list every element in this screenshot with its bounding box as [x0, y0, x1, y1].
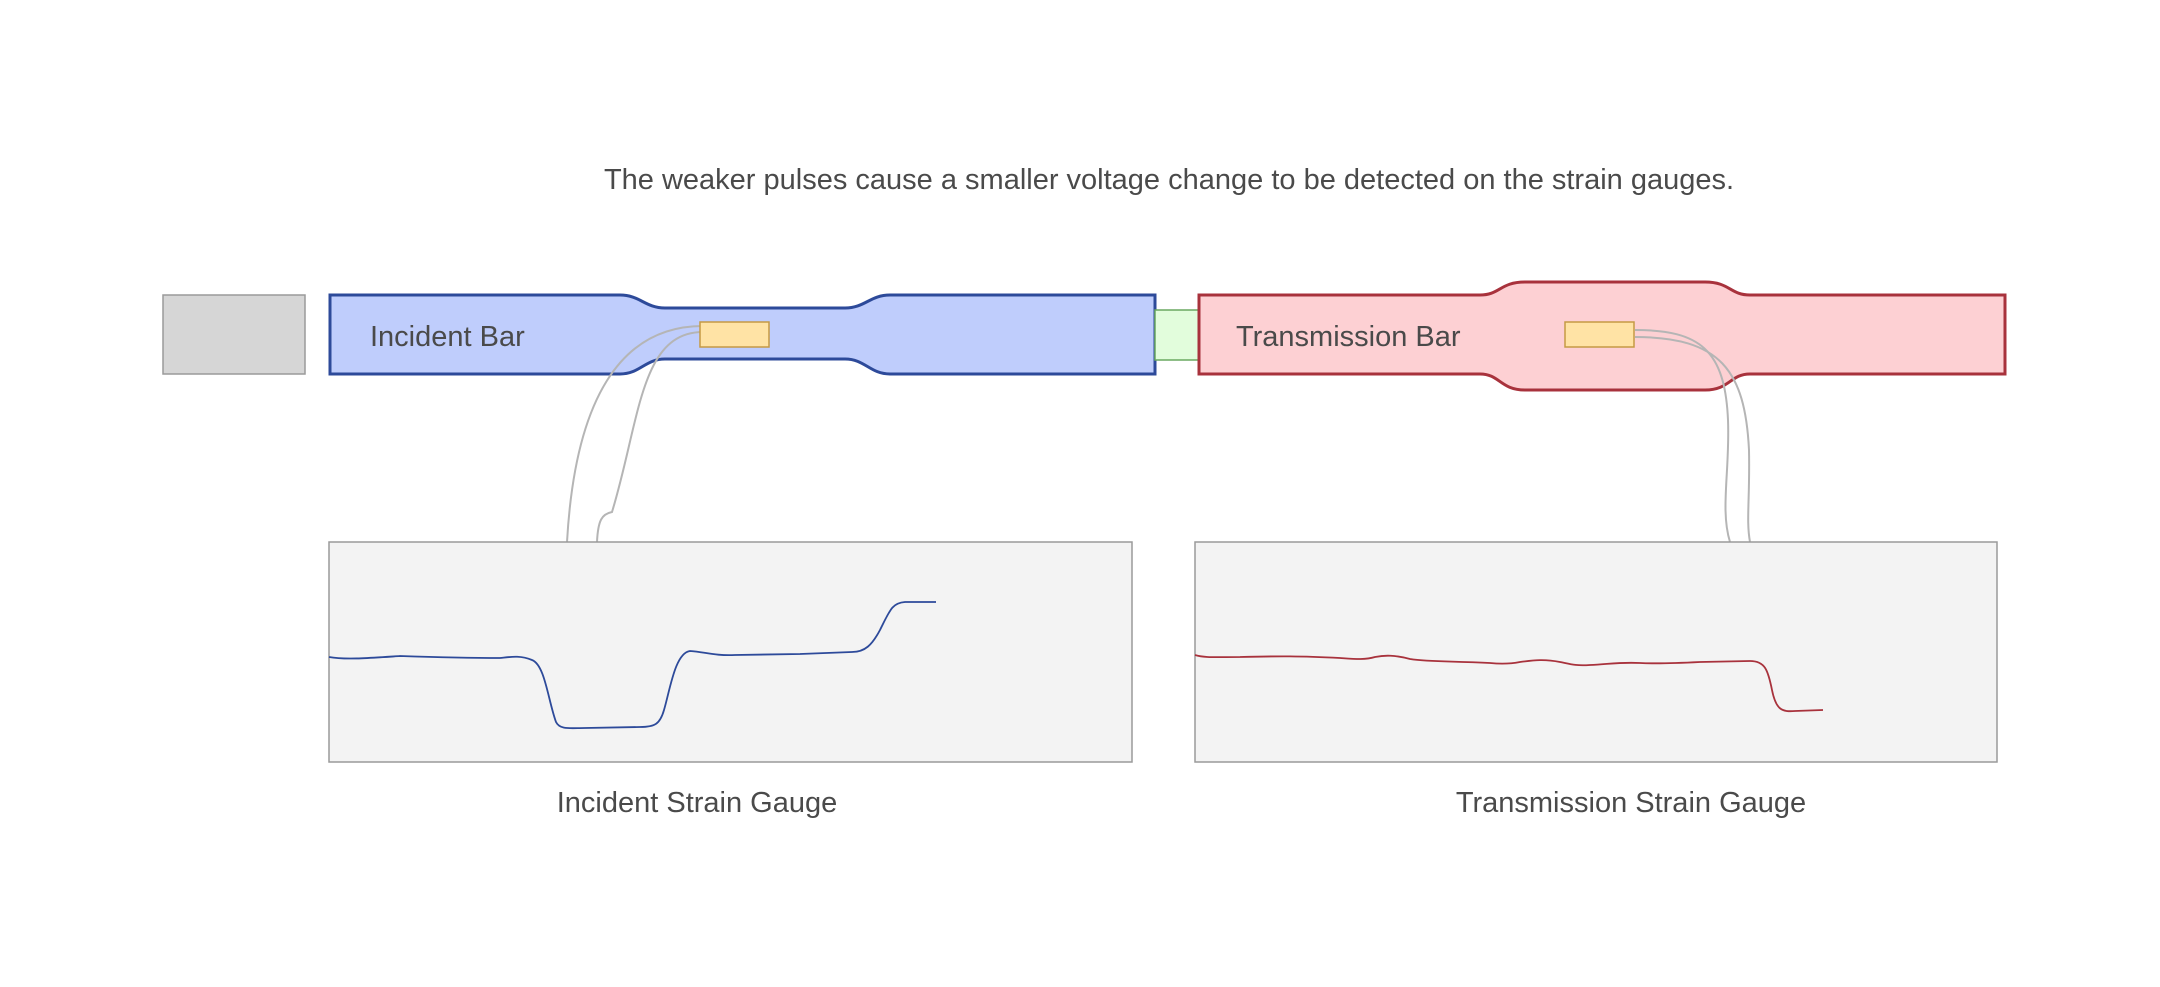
transmission-gauge-panel: [1194, 541, 1998, 763]
striker-bar: [162, 294, 306, 375]
incident-gauge-label: Incident Strain Gauge: [557, 787, 838, 819]
specimen: [1154, 309, 1200, 361]
split-hopkinson-bar-diagram: The weaker pulses cause a smaller voltag…: [162, 164, 2007, 819]
transmission-bar-label: Transmission Bar: [1236, 321, 1461, 353]
incident-gauge-panel: [328, 541, 1133, 763]
incident-strain-gauge-pad: [699, 321, 770, 348]
caption-text: The weaker pulses cause a smaller voltag…: [604, 164, 1734, 196]
incident-bar-label: Incident Bar: [370, 321, 525, 353]
transmission-strain-gauge-pad: [1564, 321, 1635, 348]
transmission-gauge-label: Transmission Strain Gauge: [1456, 787, 1806, 819]
